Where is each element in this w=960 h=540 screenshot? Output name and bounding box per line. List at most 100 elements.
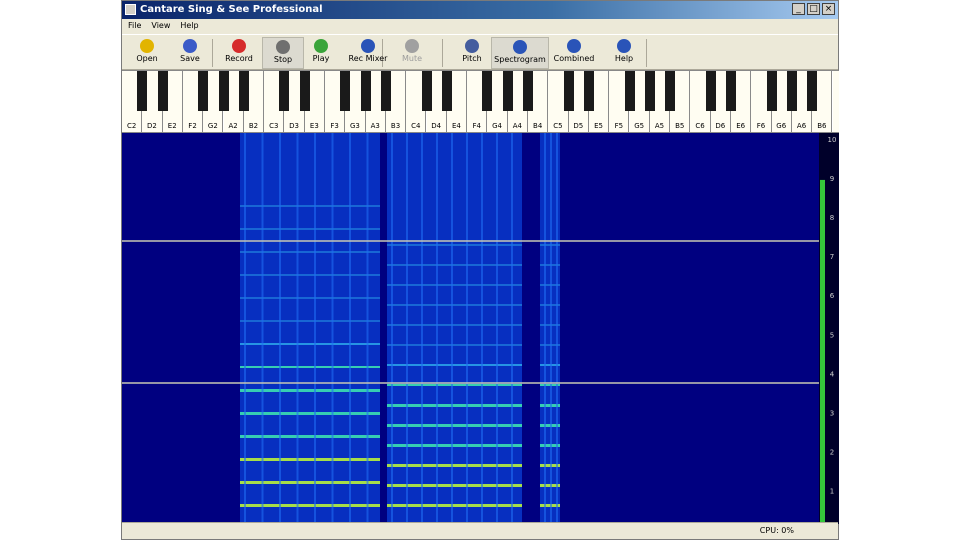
spectral-streak <box>261 133 264 524</box>
harmonic-band <box>240 228 380 230</box>
maximize-button[interactable]: □ <box>807 3 820 15</box>
menu-view[interactable]: View <box>151 19 170 33</box>
spectral-streak <box>436 133 438 524</box>
black-key[interactable] <box>563 71 574 111</box>
black-key[interactable] <box>502 71 513 111</box>
help-button[interactable]: Help <box>603 37 645 69</box>
key-label: C3 <box>269 122 279 130</box>
black-key[interactable] <box>279 71 290 111</box>
spectral-streak <box>406 133 408 524</box>
segment-energy <box>240 133 380 524</box>
black-key[interactable] <box>807 71 818 111</box>
spectral-streak <box>550 133 552 524</box>
record-button[interactable]: Record <box>218 37 260 69</box>
toolbar-button-label: Record <box>225 54 253 63</box>
open-button[interactable]: Open <box>126 37 168 69</box>
save-button[interactable]: Save <box>169 37 211 69</box>
harmonic-band <box>240 435 380 438</box>
close-button[interactable]: × <box>822 3 835 15</box>
spectral-streak <box>366 133 369 524</box>
key-label: F3 <box>330 122 339 130</box>
toolbar-button-label: Combined <box>553 54 595 63</box>
black-key[interactable] <box>421 71 432 111</box>
help-icon <box>617 39 631 53</box>
voice-segment <box>540 133 560 524</box>
key-label: E2 <box>167 122 177 130</box>
spectral-streak <box>481 133 483 524</box>
harmonic-band <box>240 504 380 507</box>
black-key[interactable] <box>198 71 209 111</box>
key-label: G3 <box>350 122 360 130</box>
white-key[interactable]: C <box>832 71 839 132</box>
meter-tick-label: 1 <box>830 487 834 495</box>
toolbar-button-label: Rec Mixer <box>348 54 388 63</box>
piano-keyboard[interactable]: C2 D2 E2 F2 G2 A2 B2 C3 D3 E3 F3 G3 A3 B3 C4 D4 E4 F4 G4 A4… <box>122 70 839 133</box>
play-button[interactable]: Play <box>300 37 342 69</box>
toolbar-button-label: Play <box>312 54 330 63</box>
black-key[interactable] <box>644 71 655 111</box>
key-label: C5 <box>553 122 563 130</box>
spectral-streak <box>391 133 393 524</box>
key-label: D2 <box>147 122 157 130</box>
minimize-button[interactable]: _ <box>792 3 805 15</box>
black-key[interactable] <box>218 71 229 111</box>
record-icon <box>232 39 246 53</box>
open-folder-icon <box>140 39 154 53</box>
toolbar-button-label: Pitch <box>462 54 482 63</box>
stop-button[interactable]: Stop <box>262 37 304 69</box>
voice-segment <box>387 133 522 524</box>
combined-button[interactable]: Combined <box>553 37 595 69</box>
black-key[interactable] <box>380 71 391 111</box>
black-key[interactable] <box>360 71 371 111</box>
black-key[interactable] <box>340 71 351 111</box>
harmonic-band <box>240 458 380 461</box>
black-key[interactable] <box>726 71 736 111</box>
key-label: D5 <box>573 122 584 130</box>
spectrogram-display[interactable] <box>122 133 819 524</box>
meter-tick-label: 5 <box>830 331 834 339</box>
black-key[interactable] <box>482 71 493 111</box>
key-label: C2 <box>126 122 137 130</box>
black-key[interactable] <box>238 71 249 111</box>
black-key[interactable] <box>624 71 635 111</box>
microphone-icon <box>361 39 375 53</box>
black-key[interactable] <box>583 71 594 111</box>
title-bar[interactable]: Cantare Sing & See Professional _ □ × <box>122 1 838 19</box>
black-key[interactable] <box>157 71 168 111</box>
save-disk-icon <box>183 39 197 53</box>
mute-button[interactable]: Mute <box>391 37 433 69</box>
harmonic-band <box>240 274 380 276</box>
rec-mixer-button[interactable]: Rec Mixer <box>343 37 393 69</box>
key-label: F2 <box>188 122 197 130</box>
menu-file[interactable]: File <box>128 19 141 33</box>
harmonic-band <box>240 389 380 392</box>
harmonic-band <box>240 205 380 207</box>
pitch-button[interactable]: Pitch <box>451 37 493 69</box>
key-label: G5 <box>634 122 645 130</box>
black-key[interactable] <box>665 71 676 111</box>
black-key[interactable] <box>137 71 148 111</box>
toolbar-separator <box>442 39 443 67</box>
key-label: A3 <box>370 122 380 130</box>
black-key[interactable] <box>299 71 310 111</box>
app-icon[interactable] <box>125 4 136 15</box>
key-label: A6 <box>796 122 807 130</box>
black-key[interactable] <box>523 71 533 111</box>
menu-bar: File View Help <box>122 19 838 33</box>
mute-icon <box>405 39 419 53</box>
black-key[interactable] <box>705 71 716 111</box>
meter-tick-label: 8 <box>830 214 834 222</box>
pitch-icon <box>465 39 479 53</box>
window-title: Cantare Sing & See Professional <box>140 4 323 15</box>
key-label: F4 <box>472 122 481 130</box>
black-key[interactable] <box>441 71 452 111</box>
black-key[interactable] <box>766 71 777 111</box>
toolbar-button-label: Save <box>180 54 200 63</box>
meter-tick-label: 3 <box>830 409 834 417</box>
black-key[interactable] <box>786 71 797 111</box>
toolbar-button-label: Stop <box>273 55 293 64</box>
menu-help[interactable]: Help <box>180 19 198 33</box>
voice-segment <box>240 133 380 524</box>
spectrogram-button[interactable]: Spectrogram <box>491 37 549 69</box>
key-label: G2 <box>207 122 218 130</box>
